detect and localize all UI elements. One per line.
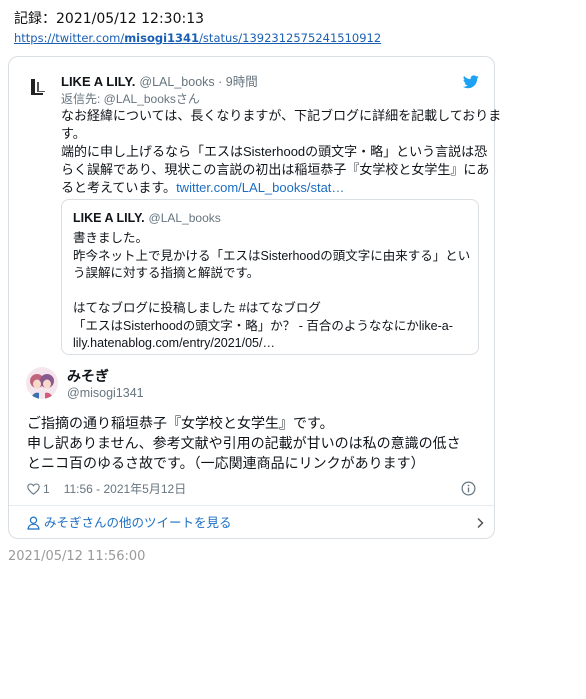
source-link[interactable]: https://twitter.com/misogi1341/status/13… — [14, 30, 381, 46]
quoted-tweet-body: 書きました。 昨今ネット上で見かける「エスはSisterhoodの頭文字に由来す… — [73, 230, 473, 353]
chevron-right-icon — [477, 517, 484, 529]
main-tweet-line: 申し訳ありません、参考文献や引用の記載が甘いのは私の意識の低さ — [27, 435, 461, 451]
divider — [9, 505, 494, 506]
lal-logo-icon — [31, 79, 45, 95]
quoted-tweet-line — [73, 283, 473, 301]
parent-tweet-line: す。 — [61, 126, 86, 141]
quoted-tweet-line: lily.hatenablog.com/entry/2021/05/… — [73, 336, 275, 350]
quoted-tweet-name: LIKE A LILY. — [73, 211, 145, 225]
person-icon — [27, 516, 40, 530]
parent-tweet-line: 端的に申し上げるなら「エスはSisterhoodの頭文字・略」という言説は恐 — [61, 144, 488, 159]
source-link-prefix: https://twitter.com/ — [14, 31, 125, 45]
embedded-tweet-card[interactable]: LIKE A LILY. @LAL_books · 9時間 返信先: @LAL_b… — [8, 56, 502, 539]
parent-tweet-handle[interactable]: @LAL_books · 9時間 — [139, 75, 257, 89]
parent-tweet-reply-to: 返信先: @LAL_booksさん — [61, 92, 200, 106]
source-link-suffix: /status/1392312575241510912 — [199, 31, 382, 45]
parent-tweet-link[interactable]: twitter.com/LAL_books/stat… — [176, 180, 344, 195]
tweet-meta: 1 11:56 - 2021年5月12日 — [27, 481, 186, 497]
main-tweet-handle[interactable]: @misogi1341 — [67, 385, 144, 401]
avatar[interactable] — [26, 367, 58, 399]
main-tweet-line: とニコ百のゆるさ故です。（一応関連商品にリンクがあります） — [27, 455, 425, 471]
quoted-tweet[interactable]: LIKE A LILY. @LAL_books 書きました。 昨今ネット上で見かけ… — [61, 199, 479, 355]
like-count: 1 — [43, 482, 50, 496]
parent-tweet-header: LIKE A LILY. @LAL_books · 9時間 — [61, 74, 258, 90]
quoted-tweet-line: う誤解に対する指摘と解説です。 — [73, 266, 260, 280]
parent-tweet-line: ると考えています。 — [61, 180, 177, 195]
source-link-user: misogi1341 — [124, 31, 200, 45]
quoted-tweet-handle: @LAL_books — [148, 211, 221, 225]
parent-tweet-line: らく誤解であり、現状この言説の初出は稲垣恭子『女学校と女学生』にあ — [61, 162, 490, 177]
more-tweets-label: みそぎさんの他のツイートを見る — [44, 516, 232, 530]
more-tweets-link[interactable]: みそぎさんの他のツイートを見る — [27, 515, 485, 533]
footer-timestamp: 2021/05/12 11:56:00 — [8, 549, 146, 564]
parent-tweet-line: なお経緯については、長くなりますが、下記ブログに詳細を記載しておりま — [61, 108, 502, 123]
main-tweet-line: ご指摘の通り稲垣恭子『女学校と女学生』です。 — [27, 415, 334, 431]
info-icon[interactable] — [461, 481, 476, 496]
quoted-tweet-line: 昨今ネット上で見かける「エスはSisterhoodの頭文字に由来する」とい — [73, 248, 471, 263]
heart-icon[interactable] — [27, 483, 40, 495]
parent-tweet-name[interactable]: LIKE A LILY. — [61, 74, 135, 89]
twitter-bird-icon[interactable] — [463, 75, 479, 89]
quoted-tweet-header: LIKE A LILY. @LAL_books — [73, 210, 221, 226]
main-tweet-body: ご指摘の通り稲垣恭子『女学校と女学生』です。 申し訳ありません、参考文献や引用の… — [27, 413, 487, 473]
quoted-tweet-line: はてなブログに投稿しました #はてなブログ — [73, 301, 321, 315]
parent-tweet-body: なお経緯については、長くなりますが、下記ブログに詳細を記載しておりま す。 端的… — [61, 107, 502, 197]
main-tweet-name[interactable]: みそぎ — [67, 367, 109, 385]
quoted-tweet-line: 書きました。 — [73, 231, 149, 245]
quoted-tweet-line: 「エスはSisterhoodの頭文字・略」か？ - 百合のようななにかlike-… — [73, 318, 453, 333]
tweet-timestamp[interactable]: 11:56 - 2021年5月12日 — [64, 482, 187, 496]
record-timestamp: 記録：2021/05/12 12:30:13 — [14, 11, 205, 27]
